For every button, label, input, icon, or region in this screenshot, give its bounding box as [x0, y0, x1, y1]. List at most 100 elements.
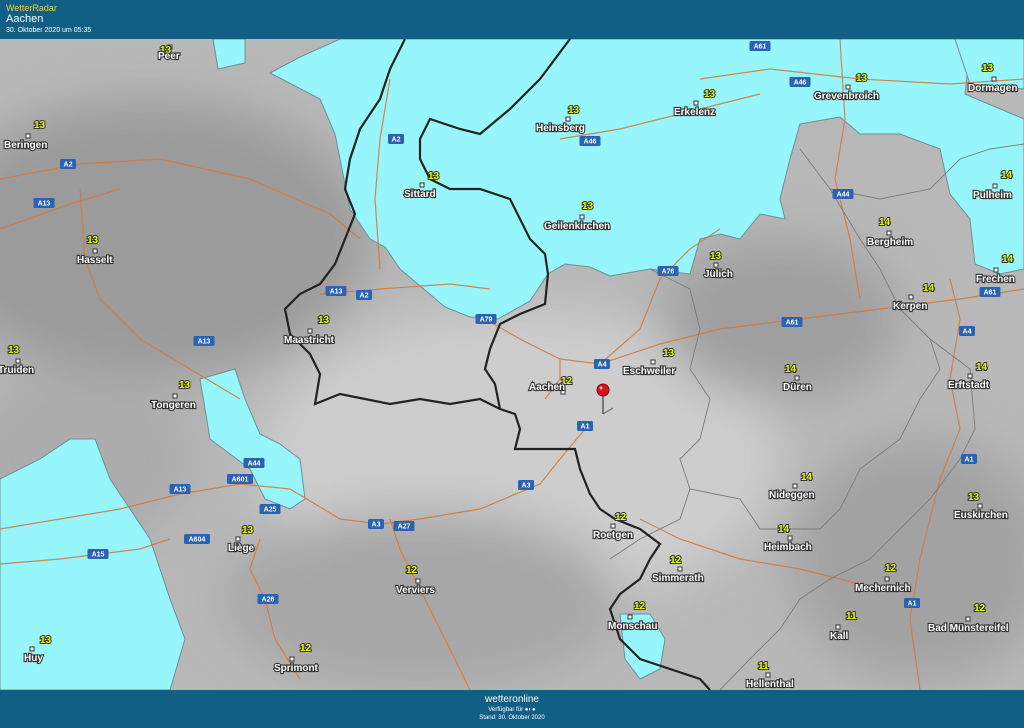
city-dot — [993, 267, 999, 273]
road-number-label: A61 — [786, 320, 799, 327]
temperature-label: 13 — [8, 345, 20, 356]
temperature-label: 13 — [40, 635, 52, 646]
city-dot — [835, 624, 841, 630]
city-dot — [845, 84, 851, 90]
city-dot — [565, 116, 571, 122]
city-dot — [15, 358, 21, 364]
road-number-label: A46 — [794, 80, 807, 87]
temperature-label: 14 — [1002, 254, 1014, 265]
temperature-label: 14 — [976, 362, 988, 373]
temperature-label: 13 — [856, 73, 868, 84]
header: WetterRadar Aachen 30. Oktober 2020 um 0… — [0, 0, 1024, 39]
road-number-label: A15 — [92, 552, 105, 559]
city-dot — [235, 536, 241, 542]
road-shield: A76 — [657, 266, 679, 276]
city-dot — [792, 483, 798, 489]
city-name-label: Dormagen — [968, 83, 1017, 94]
city-dot — [765, 672, 771, 678]
road-number-label: A4 — [598, 362, 607, 369]
road-shield: A61 — [979, 287, 1001, 297]
timestamp: 30. Oktober 2020 um 05:35 — [6, 27, 92, 34]
city-dot — [419, 182, 425, 188]
temperature-label: 13 — [318, 315, 330, 326]
city-name-label: Maastricht — [284, 335, 335, 346]
city-dot — [627, 614, 633, 620]
map-canvas[interactable]: A61 A46 A46 A2 A2 A13 A13 A2 A79 A76 A44 A61 A4 A4 A61… — [0, 39, 1024, 690]
city-dot — [677, 566, 683, 572]
city-name-label: Roetgen — [593, 530, 633, 541]
city-name-label: Sprimont — [274, 663, 319, 674]
city-name-label: Kall — [830, 631, 849, 642]
city-dot — [579, 214, 585, 220]
app-title: WetterRadar — [6, 3, 57, 13]
road-shield: A4 — [594, 359, 610, 369]
city-dot — [991, 76, 997, 82]
road-shield: A27 — [393, 521, 415, 531]
city-name-label: Huy — [24, 653, 43, 664]
road-number-label: A44 — [248, 461, 261, 468]
city-dot — [29, 646, 35, 652]
city-dot — [884, 576, 890, 582]
city-name-label: Düren — [783, 382, 812, 393]
road-shield: A13 — [169, 484, 191, 494]
temperature-label: 13 — [242, 525, 254, 536]
temperature-label: 13 — [663, 348, 675, 359]
road-shield: A13 — [325, 286, 347, 296]
road-number-label: A25 — [264, 507, 277, 514]
road-number-label: A26 — [262, 597, 275, 604]
city-dot — [794, 375, 800, 381]
city-name-label: Grevenbroich — [814, 91, 879, 102]
road-number-label: A13 — [330, 289, 343, 296]
city-name-label: Tongeren — [151, 400, 196, 411]
city-name-label: Jülich — [704, 269, 733, 280]
status-text: Stand: 30. Oktober 2020 — [479, 715, 545, 721]
road-shield: A1 — [577, 421, 593, 431]
road-number-label: A3 — [522, 483, 531, 490]
city-name-label: Verviers — [396, 585, 435, 596]
city-name-label: Sittard — [404, 189, 436, 200]
city-dot — [415, 578, 421, 584]
road-shield: A1 — [904, 598, 920, 608]
wetteronline-logo[interactable]: wetteronline — [0, 694, 1024, 706]
road-shield: A26 — [257, 594, 279, 604]
road-number-label: A61 — [984, 290, 997, 297]
temperature-label: 13 — [87, 235, 99, 246]
road-shield: A2 — [388, 134, 404, 144]
city-name-label: Heimbach — [764, 542, 812, 553]
city-name-label: Kerpen — [893, 301, 927, 312]
location-name: Aachen — [6, 13, 44, 25]
road-number-label: A604 — [189, 537, 206, 544]
temperature-label: 12 — [974, 603, 986, 614]
road-shield: A3 — [368, 519, 384, 529]
weather-radar-map[interactable]: A61 A46 A46 A2 A2 A13 A13 A2 A79 A76 A44 A61 A4 A4 A61… — [0, 39, 1024, 690]
city-name-label: Bad Münstereifel — [928, 623, 1009, 634]
temperature-label: 14 — [879, 217, 891, 228]
temperature-label: 12 — [670, 555, 682, 566]
road-number-label: A2 — [64, 162, 73, 169]
road-shield: A13 — [33, 198, 55, 208]
road-shield: A46 — [789, 77, 811, 87]
road-shield: A79 — [475, 314, 497, 324]
city-name-label: Peer — [158, 51, 180, 62]
city-dot — [713, 262, 719, 268]
temperature-label: 12 — [300, 643, 312, 654]
city-dot — [886, 230, 892, 236]
road-shield: A13 — [193, 336, 215, 346]
city-dot — [693, 100, 699, 106]
city-dot — [965, 616, 971, 622]
road-shield: A25 — [259, 504, 281, 514]
temperature-label: 13 — [428, 171, 440, 182]
road-shield: A4 — [959, 326, 975, 336]
city-dot — [908, 294, 914, 300]
temperature-label: 14 — [801, 472, 813, 483]
city-name-label: Beringen — [4, 140, 47, 151]
road-shield: A604 — [184, 534, 210, 544]
city-dot — [787, 535, 793, 541]
road-number-label: A3 — [372, 522, 381, 529]
city-dot — [992, 183, 998, 189]
road-number-label: A2 — [360, 293, 369, 300]
road-number-label: A1 — [581, 424, 590, 431]
temperature-label: 13 — [704, 89, 716, 100]
road-number-label: A46 — [584, 139, 597, 146]
road-shield: A601 — [227, 474, 253, 484]
